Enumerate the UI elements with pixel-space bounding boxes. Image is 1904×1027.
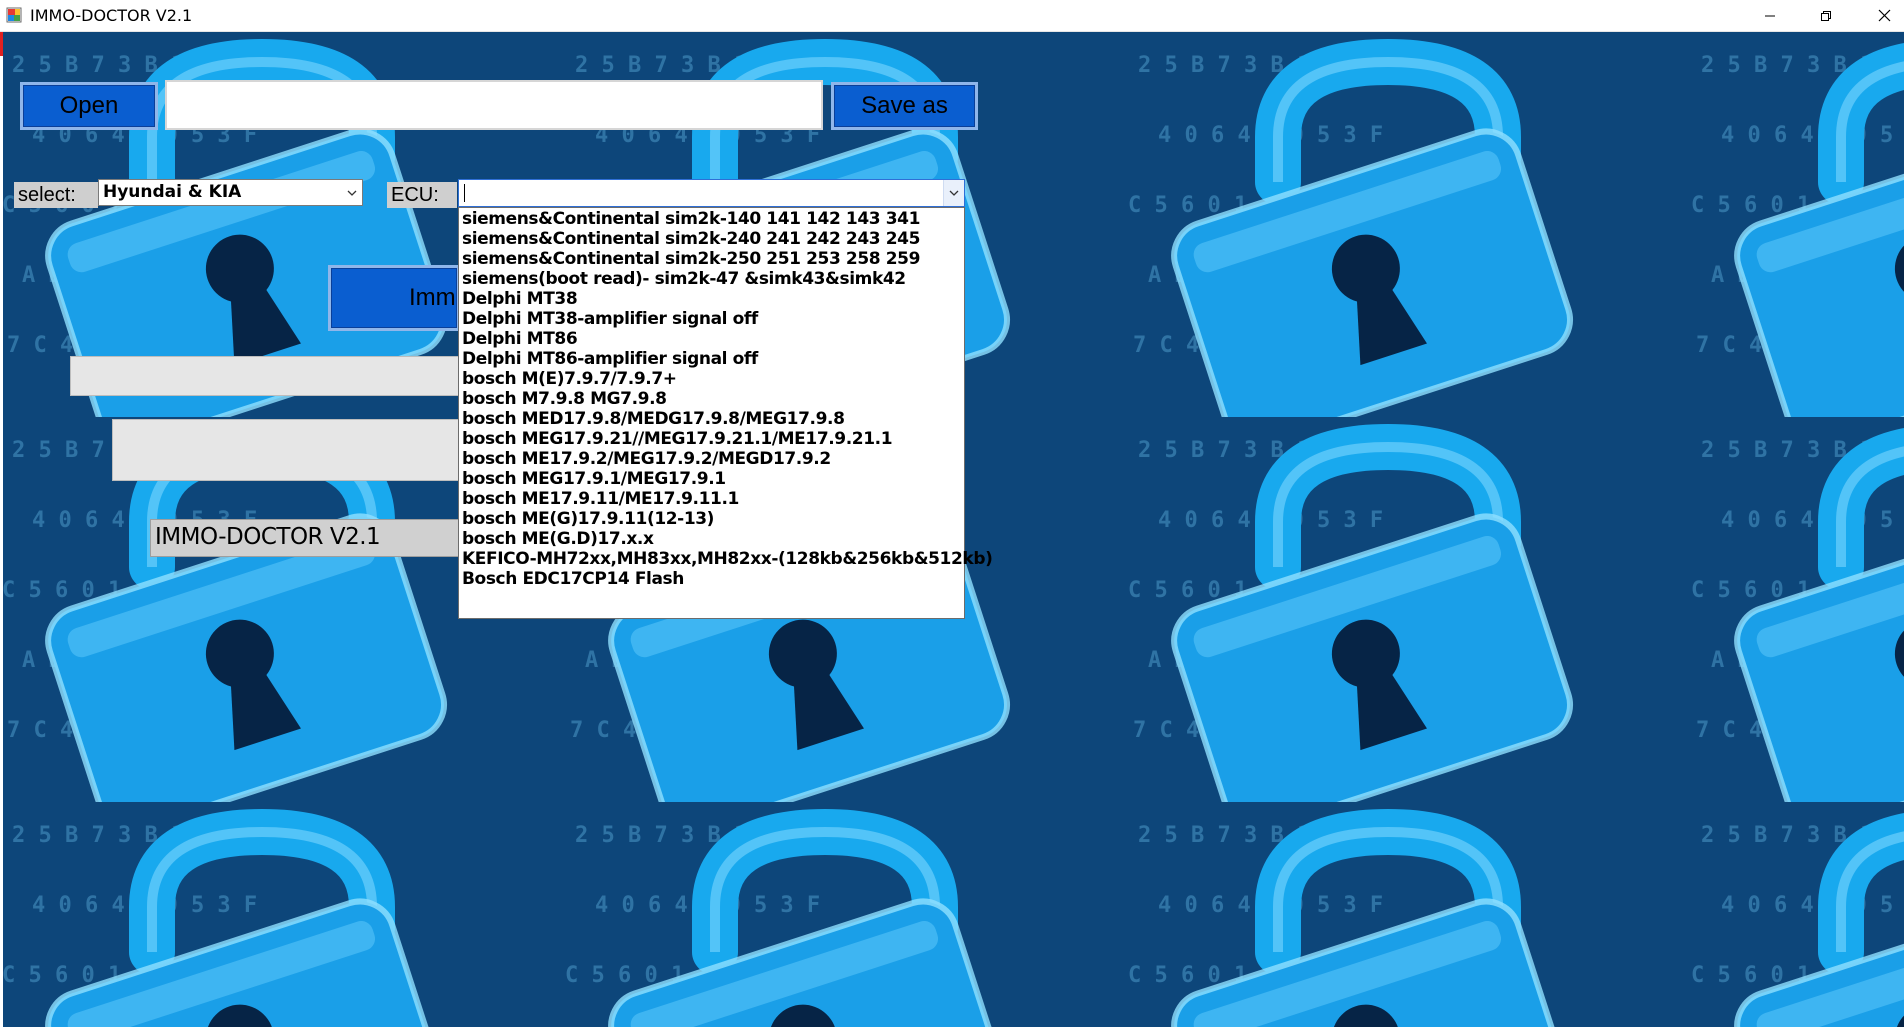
immo-button[interactable]: Imm xyxy=(328,265,460,331)
ecu-dropdown-list: siemens&Continental sim2k-140 141 142 14… xyxy=(458,207,993,619)
ecu-option[interactable]: bosch MEG17.9.1/MEG17.9.1 xyxy=(459,469,964,489)
ecu-option[interactable]: Delphi MT86-amplifier signal off xyxy=(459,349,964,369)
ecu-select[interactable] xyxy=(458,179,965,207)
text-cursor xyxy=(464,184,465,202)
brand-select[interactable]: Hyundai & KIA xyxy=(98,179,363,206)
ecu-option[interactable]: bosch MEG17.9.21//MEG17.9.21.1/ME17.9.21… xyxy=(459,429,964,449)
app-icon xyxy=(6,7,22,23)
minimize-icon xyxy=(1765,15,1775,16)
ecu-option[interactable]: Delphi MT86 xyxy=(459,329,964,349)
ecu-option[interactable]: Bosch EDC17CP14 Flash xyxy=(459,569,964,589)
ecu-option[interactable]: bosch ME(G.D)17.x.x xyxy=(459,529,964,549)
ecu-option[interactable]: siemens&Continental sim2k-140 141 142 14… xyxy=(459,209,964,229)
ecu-option[interactable]: bosch M7.9.8 MG7.9.8 xyxy=(459,389,964,409)
ecu-option[interactable]: KEFICO-MH72xx,MH83xx,MH82xx-(128kb&256kb… xyxy=(459,549,993,569)
ecu-option[interactable]: bosch MED17.9.8/MEDG17.9.8/MEG17.9.8 xyxy=(459,409,964,429)
ecu-dropdown-arrow[interactable] xyxy=(943,180,964,206)
ecu-option[interactable]: bosch M(E)7.9.7/7.9.7+ xyxy=(459,369,964,389)
client-area: 2 5 B 7 3 B 1 6 4 7 4 0 6 4 9 0 5 3 F C … xyxy=(0,32,1904,1027)
select-label: select: xyxy=(14,182,98,208)
status-field xyxy=(70,356,470,396)
ecu-option[interactable]: siemens(boot read)- sim2k-47 &simk43&sim… xyxy=(459,269,964,289)
ecu-option[interactable]: bosch ME17.9.11/ME17.9.11.1 xyxy=(459,489,964,509)
ecu-option[interactable]: bosch ME(G)17.9.11(12-13) xyxy=(459,509,964,529)
brand-dropdown-arrow[interactable] xyxy=(342,180,362,205)
ecu-option[interactable]: Delphi MT38 xyxy=(459,289,964,309)
save-as-button[interactable]: Save as xyxy=(831,82,978,130)
restore-icon xyxy=(1821,10,1831,21)
window-left-edge-marker xyxy=(0,32,3,56)
ecu-option[interactable]: siemens&Continental sim2k-240 241 242 24… xyxy=(459,229,964,249)
ecu-option[interactable]: Delphi MT38-amplifier signal off xyxy=(459,309,964,329)
restore-button[interactable] xyxy=(1798,0,1854,31)
version-label: IMMO-DOCTOR V2.1 xyxy=(150,519,470,557)
chevron-down-icon xyxy=(347,190,357,196)
title-bar: IMMO-DOCTOR V2.1 xyxy=(0,0,1904,32)
window-title: IMMO-DOCTOR V2.1 xyxy=(30,6,193,25)
ecu-option[interactable]: bosch ME17.9.2/MEG17.9.2/MEGD17.9.2 xyxy=(459,449,964,469)
open-button[interactable]: Open xyxy=(20,82,158,130)
minimize-button[interactable] xyxy=(1742,0,1798,31)
brand-select-value: Hyundai & KIA xyxy=(103,182,242,202)
file-path-input[interactable] xyxy=(165,80,823,130)
ecu-label: ECU: xyxy=(387,182,457,208)
chevron-down-icon xyxy=(949,190,959,196)
output-field xyxy=(112,419,470,481)
close-icon xyxy=(1878,9,1890,22)
close-button[interactable] xyxy=(1856,0,1904,31)
window-left-edge xyxy=(0,32,3,1027)
ecu-option[interactable]: siemens&Continental sim2k-250 251 253 25… xyxy=(459,249,964,269)
